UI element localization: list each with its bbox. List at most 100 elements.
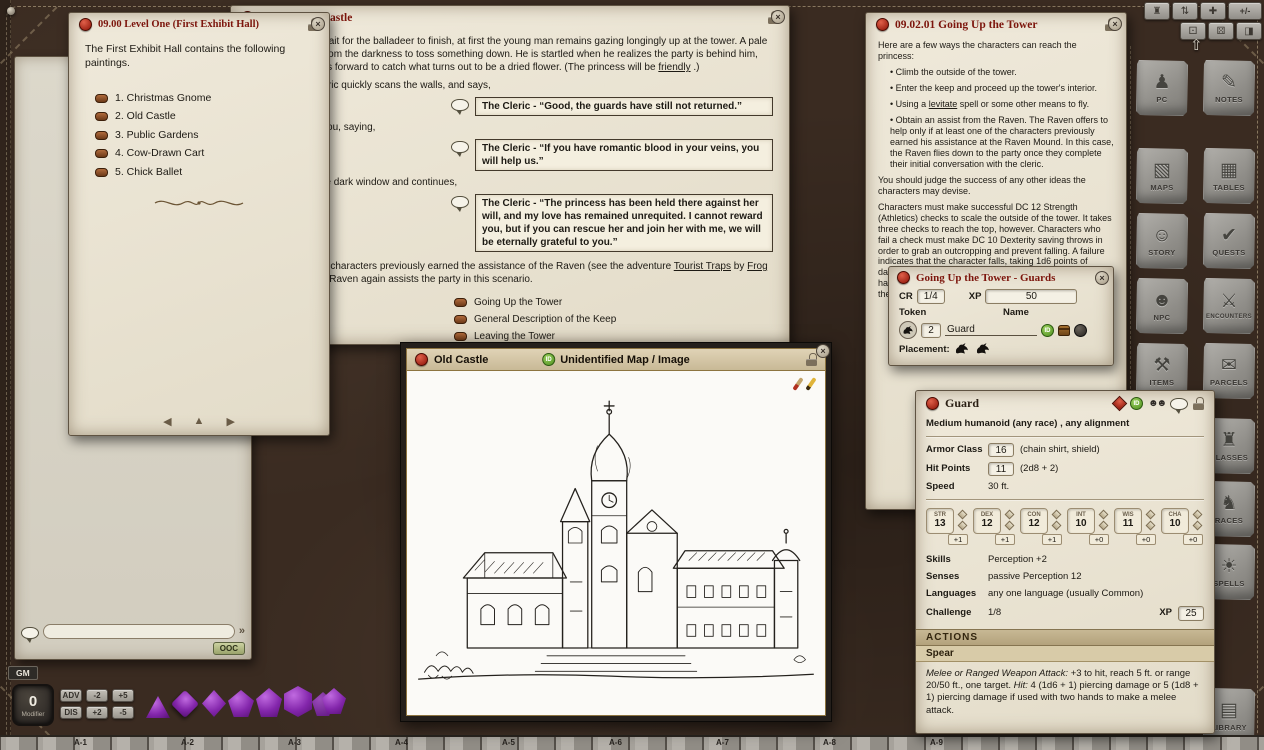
check-roll-button[interactable] (1145, 509, 1155, 519)
id-badge[interactable]: ID (1130, 397, 1143, 410)
ability-score-button[interactable]: INT10 (1067, 508, 1095, 534)
check-roll-button[interactable] (1098, 509, 1108, 519)
modifier-stack[interactable]: 0 Modifier (12, 684, 54, 726)
chat-input[interactable] (43, 624, 235, 639)
friendly-link[interactable]: friendly (658, 62, 690, 73)
save-roll-button[interactable] (957, 520, 967, 530)
dice-tower-button[interactable]: ♜ (1144, 2, 1170, 20)
save-roll-button[interactable] (1098, 520, 1108, 530)
ability-mod[interactable]: +1 (1042, 534, 1062, 545)
placed-token-icon[interactable] (975, 342, 992, 356)
story-record-icon[interactable] (79, 18, 92, 31)
story-link[interactable]: 1. Christmas Gnome (95, 91, 313, 105)
image-viewport[interactable] (407, 371, 825, 715)
lock-icon[interactable] (806, 353, 817, 366)
levitate-link[interactable]: levitate (929, 99, 958, 109)
story-record-icon[interactable] (876, 18, 889, 31)
story-link-icon[interactable] (95, 168, 108, 177)
speech-bubble-icon[interactable] (451, 141, 469, 153)
image-record-icon[interactable] (415, 353, 428, 366)
guard-token[interactable] (899, 321, 917, 339)
minus-5-button[interactable]: -5 (112, 706, 134, 719)
next-page-button[interactable]: ▶ (226, 415, 234, 428)
close-button[interactable]: × (1108, 17, 1122, 31)
speech-bubble-icon[interactable] (451, 99, 469, 111)
chat-quote[interactable]: The Cleric - “Good, the guards have stil… (451, 97, 773, 116)
die-d12[interactable] (256, 688, 282, 717)
story-link-icon[interactable] (95, 112, 108, 121)
lock-icon[interactable] (1193, 397, 1204, 410)
ability-score-button[interactable]: CON12 (1020, 508, 1048, 534)
story-link[interactable]: Going Up the Tower (454, 296, 773, 309)
story-link[interactable]: 2. Old Castle (95, 109, 313, 123)
story-link-icon[interactable] (454, 332, 467, 341)
npc-record-icon[interactable] (926, 397, 939, 410)
action-name[interactable]: Spear (916, 646, 1214, 662)
close-button[interactable]: × (1095, 271, 1109, 285)
story-link-icon[interactable] (95, 131, 108, 140)
save-roll-button[interactable] (1145, 520, 1155, 530)
save-roll-button[interactable] (1004, 520, 1014, 530)
count-field[interactable]: 2 (921, 323, 941, 338)
story-link[interactable]: 3. Public Gardens (95, 128, 313, 142)
parent-page-button[interactable]: ▲ (194, 415, 205, 428)
close-button[interactable]: × (771, 10, 785, 24)
close-button[interactable]: × (816, 344, 830, 358)
story-link[interactable]: 4. Cow-Drawn Cart (95, 146, 313, 160)
die-d4[interactable] (146, 696, 170, 718)
story-link[interactable]: 5. Chick Ballet (95, 165, 313, 179)
close-button[interactable]: × (311, 17, 325, 31)
story-link-icon[interactable] (454, 315, 467, 324)
die-d8[interactable] (202, 690, 226, 717)
sidebar-item-npc[interactable]: ☻NPC (1136, 278, 1188, 334)
speech-bubble-icon[interactable] (451, 196, 469, 208)
prev-page-button[interactable]: ◀ (163, 415, 171, 428)
ability-mod[interactable]: +0 (1136, 534, 1156, 545)
die-style-button-2[interactable]: ⚄ (1208, 22, 1234, 40)
sidebar-item-quests[interactable]: ✔QUESTS (1203, 213, 1255, 269)
sidebar-item-story[interactable]: ☺STORY (1136, 213, 1188, 269)
image-window-old-castle[interactable]: × Old Castle ID Unidentified Map / Image (400, 342, 832, 722)
xp-field[interactable]: 50 (985, 289, 1077, 304)
check-roll-button[interactable] (1004, 509, 1014, 519)
init-die-icon[interactable] (1112, 396, 1128, 412)
pointer-button[interactable]: ✚ (1200, 2, 1226, 20)
die-d20[interactable] (284, 686, 312, 717)
sidebar-item-maps[interactable]: ▧MAPS (1136, 148, 1188, 204)
story-link[interactable]: General Description of the Keep (454, 313, 773, 326)
placed-token-icon[interactable] (954, 342, 971, 356)
quote-text[interactable]: The Cleric - “If you have romantic blood… (475, 139, 773, 171)
sidebar-item-tables[interactable]: ▦TABLES (1203, 148, 1255, 204)
npc-sheet-guard[interactable]: Guard ID ☻☻ Medium humanoid (any race) ,… (915, 390, 1215, 734)
story-link-icon[interactable] (454, 298, 467, 307)
quote-text[interactable]: The Cleric - “Good, the guards have stil… (475, 97, 773, 116)
ooc-button[interactable]: OOC (213, 642, 245, 655)
ability-mod[interactable]: +1 (948, 534, 968, 545)
ability-score-button[interactable]: DEX12 (973, 508, 1001, 534)
check-roll-button[interactable] (1192, 509, 1202, 519)
ability-mod[interactable]: +0 (1089, 534, 1109, 545)
sidebar-item-pc[interactable]: ♟PC (1136, 60, 1188, 116)
plus-minus-button[interactable]: +/- (1228, 2, 1262, 20)
die-d10[interactable] (228, 690, 254, 717)
panel-toggle-button[interactable]: ◨ (1236, 22, 1262, 40)
hp-field[interactable]: 11 (988, 462, 1014, 476)
party-tokens-icon[interactable]: ☻☻ (1148, 398, 1165, 409)
story-window-level-one[interactable]: 09.00 Level One (First Exhibit Hall) × T… (68, 12, 330, 436)
die-d6[interactable] (171, 690, 199, 718)
cr-field[interactable]: 1/4 (917, 289, 945, 304)
disadvantage-button[interactable]: DIS (60, 706, 82, 719)
advantage-button[interactable]: ADV (60, 689, 82, 702)
plus-2-button[interactable]: +2 (86, 706, 108, 719)
story-link-icon[interactable] (95, 94, 108, 103)
dice-swap-button[interactable]: ⇅ (1172, 2, 1198, 20)
save-roll-button[interactable] (1051, 520, 1061, 530)
chat-quote[interactable]: The Cleric - “The princess has been held… (451, 194, 773, 252)
chat-quote[interactable]: The Cleric - “If you have romantic blood… (451, 139, 773, 171)
ability-mod[interactable]: +1 (995, 534, 1015, 545)
encounter-window-guards[interactable]: Going Up the Tower - Guards × CR 1/4 XP … (888, 266, 1114, 366)
tourist-traps-link[interactable]: Tourist Traps (674, 261, 731, 272)
ability-mod[interactable]: +0 (1183, 534, 1203, 545)
quote-text[interactable]: The Cleric - “The princess has been held… (475, 194, 773, 252)
story-link-icon[interactable] (95, 149, 108, 158)
